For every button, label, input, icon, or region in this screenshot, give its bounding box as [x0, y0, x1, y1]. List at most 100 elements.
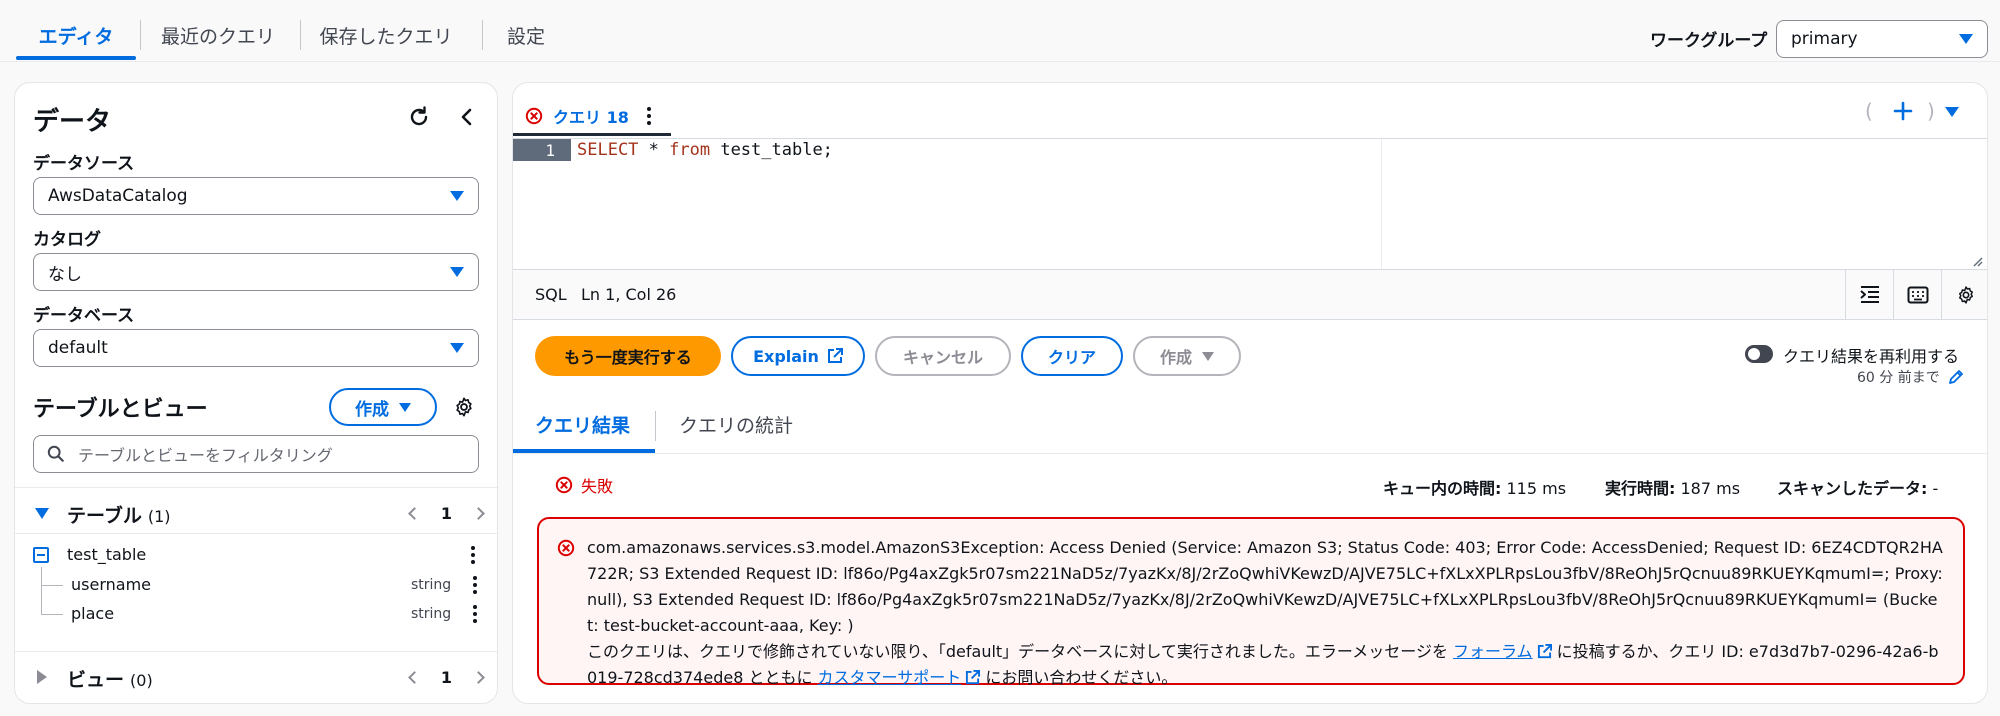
line-number: 1 — [513, 139, 571, 161]
divider — [15, 487, 497, 488]
tree-line — [41, 585, 63, 586]
error-note: このクエリは、クエリで修飾されていない限り、「default」データベースに対し… — [587, 642, 1939, 687]
database-value: default — [48, 338, 108, 358]
workgroup-value: primary — [1791, 29, 1858, 49]
tab-separator — [655, 411, 656, 441]
search-icon — [47, 445, 65, 463]
refresh-icon[interactable] — [407, 105, 431, 129]
column-name[interactable]: place — [71, 604, 114, 623]
code-keyword: from — [669, 140, 711, 160]
column-actions-icon[interactable] — [473, 605, 477, 623]
create-label: 作成 — [1159, 348, 1192, 367]
tab-scroll-bracket: ( — [1865, 99, 1873, 123]
column-type: string — [411, 577, 452, 593]
divider — [513, 453, 1987, 454]
tab-settings[interactable]: 設定 — [496, 16, 556, 54]
cursor-position: Ln 1, Col 26 — [581, 285, 677, 304]
chevron-left-icon[interactable] — [407, 506, 421, 520]
catalog-label: カタログ — [33, 230, 101, 250]
tables-page-number[interactable]: 1 — [441, 504, 452, 523]
query-panel: クエリ 18 ( ) 1 SELECT * from test_table; S… — [512, 82, 1988, 704]
error-icon — [525, 107, 543, 125]
print-margin — [1381, 139, 1382, 269]
chevron-right-icon[interactable] — [472, 670, 485, 684]
code-text: * — [638, 140, 670, 160]
column-type: string — [411, 606, 452, 622]
tree-line — [41, 614, 63, 615]
data-panel: データ データソース AwsDataCatalog カタログ なし データベース… — [14, 82, 498, 704]
collapse-box-icon[interactable] — [33, 547, 49, 563]
views-page-number[interactable]: 1 — [441, 668, 452, 687]
tables-section-header[interactable]: テーブル (1) 1 — [15, 493, 497, 533]
datasource-value: AwsDataCatalog — [48, 186, 188, 206]
tab-separator — [300, 20, 301, 50]
sql-editor[interactable]: 1 SELECT * from test_table; — [513, 138, 1987, 270]
format-icon[interactable] — [1845, 270, 1893, 320]
caret-down-icon — [1959, 34, 1973, 44]
error-icon — [555, 476, 573, 494]
column-name[interactable]: username — [71, 575, 151, 594]
edit-icon[interactable] — [1948, 369, 1964, 385]
error-message: com.amazonaws.services.s3.model.AmazonS3… — [587, 538, 1943, 635]
external-link-icon — [827, 348, 843, 364]
keyboard-icon[interactable] — [1893, 270, 1941, 320]
database-select[interactable]: default — [33, 329, 479, 367]
caret-down-icon — [450, 191, 464, 201]
views-section-label: ビュー (0) — [67, 669, 153, 691]
views-section-header[interactable]: ビュー (0) 1 — [15, 657, 497, 697]
forum-link[interactable]: フォーラム — [1453, 642, 1533, 661]
error-icon — [557, 539, 575, 557]
tables-section-label: テーブル (1) — [67, 505, 171, 527]
tab-recent-queries[interactable]: 最近のクエリ — [150, 16, 286, 54]
tab-separator — [482, 20, 483, 50]
chevron-right-icon[interactable] — [472, 506, 485, 520]
explain-button[interactable]: Explain — [731, 336, 865, 376]
reuse-results-toggle[interactable] — [1745, 345, 1773, 363]
data-panel-title: データ — [33, 107, 112, 137]
rerun-button[interactable]: もう一度実行する — [535, 336, 721, 376]
divider — [15, 651, 497, 652]
catalog-select[interactable]: なし — [33, 253, 479, 291]
tab-query-stats[interactable]: クエリの統計 — [679, 411, 793, 438]
clear-button[interactable]: クリア — [1021, 336, 1123, 376]
workgroup-select[interactable]: primary — [1776, 20, 1988, 58]
active-tab-indicator — [16, 56, 136, 60]
resize-handle-icon[interactable] — [1971, 255, 1983, 267]
tab-saved-queries[interactable]: 保存したクエリ — [310, 16, 462, 54]
language-indicator: SQL — [535, 285, 567, 304]
create-table-button[interactable]: 作成 — [329, 388, 437, 426]
queue-time: キュー内の時間: 115 ms — [1383, 479, 1567, 498]
caret-down-icon — [1202, 351, 1214, 361]
query-tab-label: クエリ 18 — [553, 108, 629, 127]
tab-editor[interactable]: エディタ — [16, 16, 136, 54]
create-button[interactable]: 作成 — [1133, 336, 1241, 376]
error-message-block: com.amazonaws.services.s3.model.AmazonS3… — [587, 535, 1947, 691]
code-line[interactable]: SELECT * from test_table; — [577, 139, 833, 161]
tables-pagination: 1 — [407, 493, 485, 533]
support-link[interactable]: カスタマーサポート — [818, 668, 962, 687]
tab-menu-caret-icon[interactable] — [1945, 107, 1959, 117]
editor-settings-icon[interactable] — [1941, 270, 1987, 320]
table-name[interactable]: test_table — [67, 545, 146, 564]
active-query-tab-indicator — [513, 133, 671, 136]
query-status: 失敗 — [555, 473, 613, 497]
tab-query-results[interactable]: クエリ結果 — [535, 411, 630, 438]
caret-down-icon — [450, 267, 464, 277]
table-filter-input[interactable]: テーブルとビューをフィルタリング — [33, 435, 479, 473]
query-tab-menu-icon[interactable] — [646, 107, 651, 125]
explain-label: Explain — [753, 346, 819, 366]
gear-icon[interactable] — [453, 396, 475, 418]
run-time: 実行時間: 187 ms — [1605, 479, 1741, 498]
datasource-label: データソース — [33, 154, 135, 174]
query-tab[interactable]: クエリ 18 — [525, 97, 651, 135]
code-keyword: SELECT — [577, 140, 639, 160]
table-actions-icon[interactable] — [471, 546, 475, 564]
collapse-panel-icon[interactable] — [455, 105, 479, 129]
cancel-button[interactable]: キャンセル — [875, 336, 1011, 376]
column-actions-icon[interactable] — [473, 576, 477, 594]
chevron-left-icon[interactable] — [407, 670, 421, 684]
datasource-select[interactable]: AwsDataCatalog — [33, 177, 479, 215]
create-label: 作成 — [355, 399, 389, 420]
add-query-tab-icon[interactable] — [1893, 101, 1913, 121]
caret-expanded-icon — [35, 508, 49, 519]
